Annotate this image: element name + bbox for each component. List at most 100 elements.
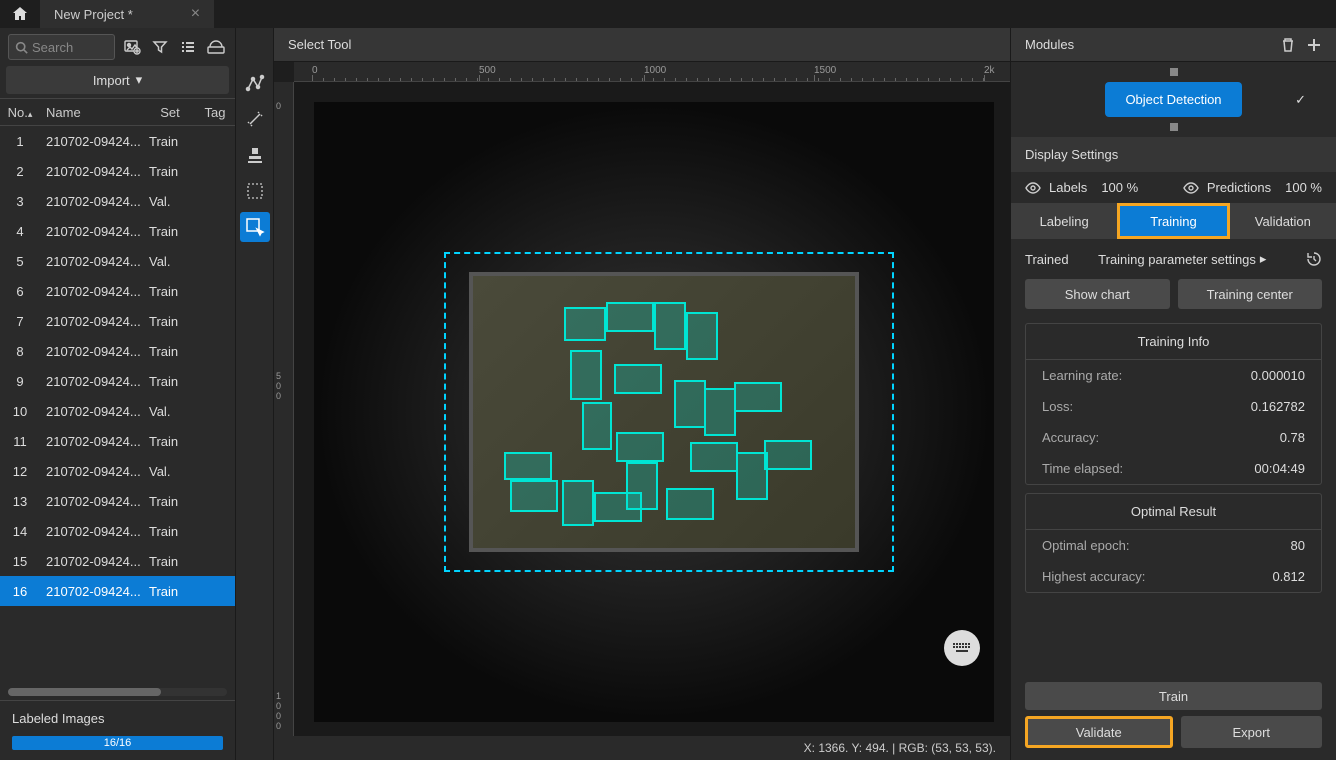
table-row[interactable]: 3210702-09424...Val. [0, 186, 235, 216]
table-row[interactable]: 2210702-09424...Train [0, 156, 235, 186]
training-info-title: Training Info [1026, 324, 1321, 360]
keyboard-icon[interactable] [944, 630, 980, 666]
table-header: No.▴ Name Set Tag [0, 98, 235, 126]
lr-value: 0.000010 [1251, 368, 1305, 383]
table-row[interactable]: 1210702-09424...Train [0, 126, 235, 156]
table-row[interactable]: 9210702-09424...Train [0, 366, 235, 396]
training-center-button[interactable]: Training center [1178, 279, 1323, 309]
detection-bbox[interactable] [606, 302, 654, 332]
detection-bbox[interactable] [564, 307, 606, 341]
table-row[interactable]: 4210702-09424...Train [0, 216, 235, 246]
delete-icon[interactable] [1280, 37, 1296, 53]
add-icon[interactable] [1306, 37, 1322, 53]
col-no[interactable]: No.▴ [0, 105, 40, 120]
table-row[interactable]: 11210702-09424...Train [0, 426, 235, 456]
roi-box[interactable] [444, 252, 894, 572]
import-button[interactable]: Import ▾ [6, 66, 229, 94]
table-row[interactable]: 15210702-09424...Train [0, 546, 235, 576]
history-icon[interactable] [1306, 251, 1322, 267]
loss-label: Loss: [1042, 399, 1073, 414]
training-param-settings[interactable]: Training parameter settings▸ [1098, 251, 1276, 267]
polyline-tool[interactable] [240, 68, 270, 98]
detection-bbox[interactable] [582, 402, 612, 450]
train-button[interactable]: Train [1025, 682, 1322, 710]
eye-icon[interactable] [1183, 182, 1199, 194]
table-row[interactable]: 8210702-09424...Train [0, 336, 235, 366]
table-row[interactable]: 12210702-09424...Val. [0, 456, 235, 486]
optimal-title: Optimal Result [1026, 494, 1321, 530]
list-icon[interactable] [177, 36, 199, 58]
filter-icon[interactable] [149, 36, 171, 58]
eye-icon[interactable] [1025, 182, 1041, 194]
tab-labeling[interactable]: Labeling [1011, 203, 1117, 239]
stamp-tool[interactable] [240, 140, 270, 170]
tool-column [236, 28, 274, 760]
tab-training[interactable]: Training [1117, 203, 1229, 239]
detection-bbox[interactable] [704, 388, 736, 436]
detection-bbox[interactable] [690, 442, 738, 472]
canvas[interactable] [294, 82, 1010, 736]
close-icon[interactable]: × [191, 5, 200, 23]
training-info-panel: Training Info Learning rate: 0.000010 Los… [1025, 323, 1322, 485]
table-row[interactable]: 14210702-09424...Train [0, 516, 235, 546]
col-name[interactable]: Name [40, 105, 145, 120]
validate-button[interactable]: Validate [1025, 716, 1173, 748]
titlebar: New Project * × [0, 0, 1336, 28]
loss-value: 0.162782 [1251, 399, 1305, 414]
image-table: 1210702-09424...Train2210702-09424...Tra… [0, 126, 235, 684]
home-button[interactable] [0, 0, 40, 28]
center-viewport: Select Tool 0500100015002k 05001000 X: 1… [274, 28, 1010, 760]
detection-bbox[interactable] [666, 488, 714, 520]
table-row[interactable]: 6210702-09424...Train [0, 276, 235, 306]
export-button[interactable]: Export [1181, 716, 1323, 748]
highest-acc-value: 0.812 [1272, 569, 1305, 584]
rect-select-tool[interactable] [240, 212, 270, 242]
table-row[interactable]: 7210702-09424...Train [0, 306, 235, 336]
acc-value: 0.78 [1280, 430, 1305, 445]
marquee-tool[interactable] [240, 176, 270, 206]
detection-bbox[interactable] [764, 440, 812, 470]
show-chart-button[interactable]: Show chart [1025, 279, 1170, 309]
magic-wand-tool[interactable] [240, 104, 270, 134]
lr-label: Learning rate: [1042, 368, 1122, 383]
image-settings-icon[interactable] [121, 36, 143, 58]
detection-bbox[interactable] [674, 380, 706, 428]
detection-bbox[interactable] [504, 452, 552, 480]
display-settings-header: Display Settings [1011, 137, 1336, 172]
table-row[interactable]: 10210702-09424...Val. [0, 396, 235, 426]
connector-bottom [1170, 123, 1178, 131]
module-object-detection[interactable]: Object Detection [1105, 82, 1241, 117]
connector-top [1170, 68, 1178, 76]
detection-bbox[interactable] [626, 462, 658, 510]
col-set[interactable]: Set [145, 105, 195, 120]
detection-bbox[interactable] [570, 350, 602, 400]
detection-bbox[interactable] [734, 382, 782, 412]
detection-bbox[interactable] [654, 302, 686, 350]
labels-label: Labels [1049, 180, 1087, 195]
detection-bbox[interactable] [562, 480, 594, 526]
time-label: Time elapsed: [1042, 461, 1123, 476]
status-bar: X: 1366. Y: 494. | RGB: (53, 53, 53). [274, 736, 1010, 760]
detection-bbox[interactable] [686, 312, 718, 360]
acc-label: Accuracy: [1042, 430, 1099, 445]
table-row[interactable]: 13210702-09424...Train [0, 486, 235, 516]
table-row[interactable]: 16210702-09424...Train [0, 576, 235, 606]
search-placeholder: Search [32, 40, 73, 55]
detection-bbox[interactable] [614, 364, 662, 394]
predictions-pct: 100 % [1285, 180, 1322, 195]
search-input[interactable]: Search [8, 34, 115, 60]
predictions-label: Predictions [1207, 180, 1271, 195]
modules-title: Modules [1025, 37, 1074, 52]
h-scrollbar[interactable] [8, 688, 227, 696]
camera-icon[interactable] [205, 36, 227, 58]
tab-validation[interactable]: Validation [1230, 203, 1336, 239]
col-tag[interactable]: Tag [195, 105, 235, 120]
project-tab[interactable]: New Project * × [40, 0, 214, 28]
table-row[interactable]: 5210702-09424...Val. [0, 246, 235, 276]
ruler-horizontal: 0500100015002k [294, 62, 1010, 82]
labeled-progress: 16/16 [12, 736, 223, 750]
right-panel: Modules Object Detection ✓ Display Setti… [1010, 28, 1336, 760]
detection-bbox[interactable] [510, 480, 558, 512]
epoch-value: 80 [1291, 538, 1305, 553]
detection-bbox[interactable] [616, 432, 664, 462]
